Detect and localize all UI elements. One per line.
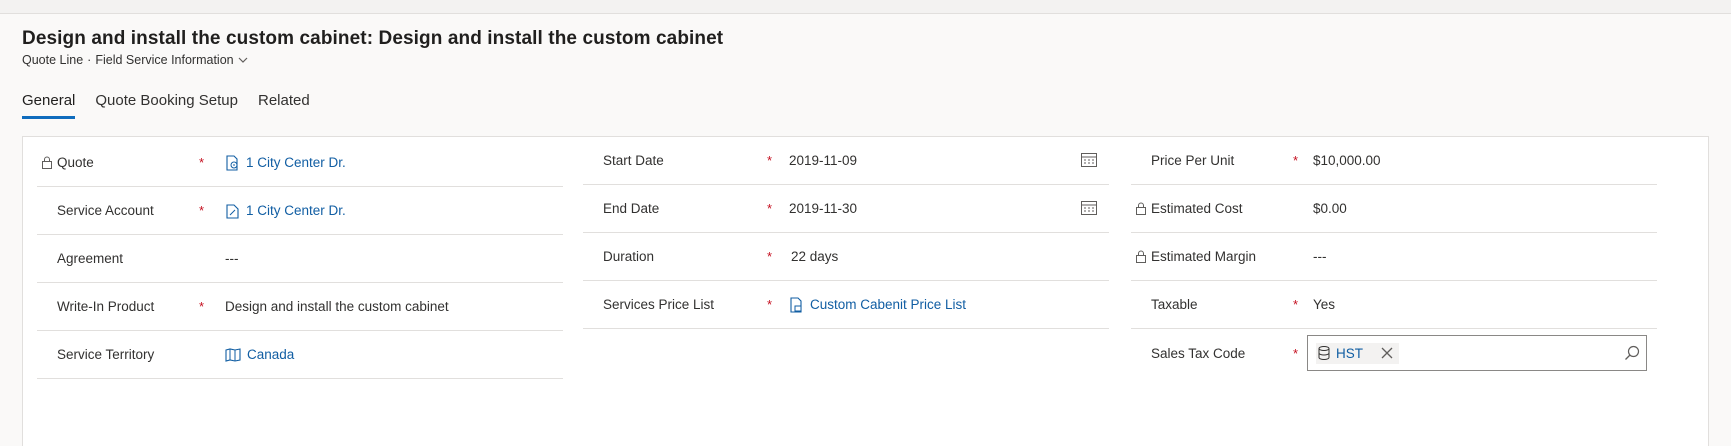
- close-icon[interactable]: [1381, 347, 1393, 359]
- field-label: Taxable: [1151, 297, 1198, 312]
- duration-value[interactable]: 22 days: [791, 249, 838, 264]
- record-subtitle: Quote Line · Field Service Information: [22, 53, 723, 67]
- field-label: Start Date: [603, 153, 664, 168]
- field-label: End Date: [603, 201, 660, 216]
- form-name: Field Service Information: [95, 53, 234, 67]
- field-start-date: Start Date * 2019-11-09: [583, 137, 1109, 185]
- start-date-value[interactable]: 2019-11-09: [789, 153, 857, 168]
- agreement-value[interactable]: ---: [225, 251, 239, 266]
- field-service-territory: Service Territory Canada: [37, 331, 563, 379]
- required-marker: *: [199, 203, 205, 218]
- field-service-account: Service Account * 1 City Center Dr.: [37, 187, 563, 235]
- required-marker: *: [1293, 153, 1299, 168]
- required-marker: *: [767, 297, 773, 312]
- price-list-icon: [790, 296, 802, 313]
- search-icon[interactable]: [1624, 345, 1640, 361]
- estimated-margin-value: ---: [1313, 249, 1327, 264]
- field-label: Agreement: [57, 251, 124, 266]
- required-marker: *: [767, 201, 773, 216]
- field-write-in-product: Write-In Product * Design and install th…: [37, 283, 563, 331]
- field-end-date: End Date * 2019-11-30: [583, 185, 1109, 233]
- form-tabs: General Quote Booking Setup Related: [22, 92, 310, 119]
- entity-name: Quote Line: [22, 53, 84, 67]
- taxable-value[interactable]: Yes: [1313, 297, 1335, 312]
- field-label: Quote: [41, 155, 94, 170]
- middle-column: Start Date * 2019-11-09 End Date * 2019-…: [583, 137, 1109, 329]
- field-label: Service Account: [57, 203, 154, 218]
- field-quote: Quote * 1 City Center Dr.: [37, 139, 563, 187]
- field-label: Write-In Product: [57, 299, 155, 314]
- required-marker: *: [767, 153, 773, 168]
- subtitle-separator: ·: [87, 53, 92, 67]
- lock-icon: [1136, 250, 1146, 263]
- estimated-cost-value: $0.00: [1313, 201, 1347, 216]
- top-bar: [0, 0, 1731, 14]
- tab-quote-booking-setup[interactable]: Quote Booking Setup: [95, 92, 238, 119]
- database-icon: [1318, 346, 1330, 360]
- required-marker: *: [199, 155, 205, 170]
- form-selector[interactable]: Field Service Information: [95, 53, 248, 67]
- required-marker: *: [199, 299, 205, 314]
- left-column: Quote * 1 City Center Dr. Service Accoun…: [37, 139, 563, 379]
- field-services-price-list: Services Price List * Custom Cabenit Pri…: [583, 281, 1109, 329]
- field-label: Estimated Margin: [1135, 249, 1256, 264]
- general-section: Quote * 1 City Center Dr. Service Accoun…: [22, 136, 1709, 446]
- write-in-product-value[interactable]: Design and install the custom cabinet: [225, 299, 449, 314]
- right-column: Price Per Unit * $10,000.00 Estimated Co…: [1131, 137, 1657, 377]
- field-label: Duration: [603, 249, 655, 264]
- lock-icon: [42, 156, 52, 169]
- quote-document-icon: [226, 154, 238, 171]
- field-label: Services Price List: [603, 297, 715, 312]
- field-label: Estimated Cost: [1135, 201, 1243, 216]
- field-agreement: Agreement ---: [37, 235, 563, 283]
- calendar-icon[interactable]: [1081, 200, 1097, 215]
- field-duration: Duration * 22 days: [583, 233, 1109, 281]
- record-header: Design and install the custom cabinet: D…: [22, 28, 723, 67]
- field-taxable: Taxable * Yes: [1131, 281, 1657, 329]
- service-account-lookup-link[interactable]: 1 City Center Dr.: [225, 203, 346, 219]
- field-label: Sales Tax Code: [1151, 345, 1246, 361]
- account-icon: [226, 203, 239, 219]
- required-marker: *: [767, 249, 773, 264]
- sales-tax-code-lookup[interactable]: HST: [1307, 335, 1647, 371]
- lookup-tag[interactable]: HST: [1316, 342, 1399, 364]
- page-title: Design and install the custom cabinet: D…: [22, 28, 724, 49]
- field-label: Price Per Unit: [1151, 153, 1235, 168]
- end-date-value[interactable]: 2019-11-30: [789, 201, 857, 216]
- required-marker: *: [1293, 345, 1299, 361]
- field-price-per-unit: Price Per Unit * $10,000.00: [1131, 137, 1657, 185]
- required-marker: *: [1293, 297, 1299, 312]
- calendar-icon[interactable]: [1081, 152, 1097, 167]
- lock-icon: [1136, 202, 1146, 215]
- service-territory-lookup-link[interactable]: Canada: [225, 347, 294, 362]
- lookup-tag-label: HST: [1336, 345, 1363, 361]
- field-sales-tax-code: Sales Tax Code * HST: [1131, 329, 1657, 377]
- quote-lookup-link[interactable]: 1 City Center Dr.: [225, 154, 346, 171]
- tab-related[interactable]: Related: [258, 92, 310, 119]
- services-price-list-lookup-link[interactable]: Custom Cabenit Price List: [789, 296, 966, 313]
- field-estimated-cost: Estimated Cost $0.00: [1131, 185, 1657, 233]
- field-estimated-margin: Estimated Margin ---: [1131, 233, 1657, 281]
- tab-general[interactable]: General: [22, 92, 76, 119]
- price-per-unit-value[interactable]: $10,000.00: [1313, 153, 1381, 168]
- map-icon: [225, 347, 241, 362]
- chevron-down-icon: [238, 57, 248, 63]
- field-label: Service Territory: [57, 347, 155, 362]
